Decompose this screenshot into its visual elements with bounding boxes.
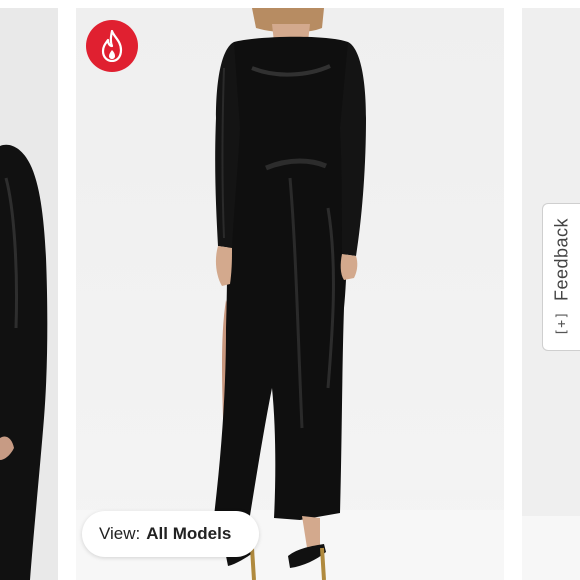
view-models-toggle[interactable]: View: All Models (82, 511, 259, 557)
previous-product-image[interactable] (0, 8, 58, 580)
view-value: All Models (146, 524, 232, 543)
product-image-main[interactable]: View: All Models (76, 8, 504, 580)
plus-bracket-icon: [+] (554, 311, 569, 337)
model-in-black-dress-image (214, 8, 366, 580)
previous-model-illustration (0, 144, 48, 580)
flame-icon (101, 30, 123, 62)
next-floor-backdrop (522, 516, 580, 580)
trending-badge (86, 20, 138, 72)
feedback-label: Feedback (551, 217, 571, 302)
view-label: View: (99, 524, 141, 543)
feedback-tab[interactable]: [+] Feedback (542, 203, 580, 351)
